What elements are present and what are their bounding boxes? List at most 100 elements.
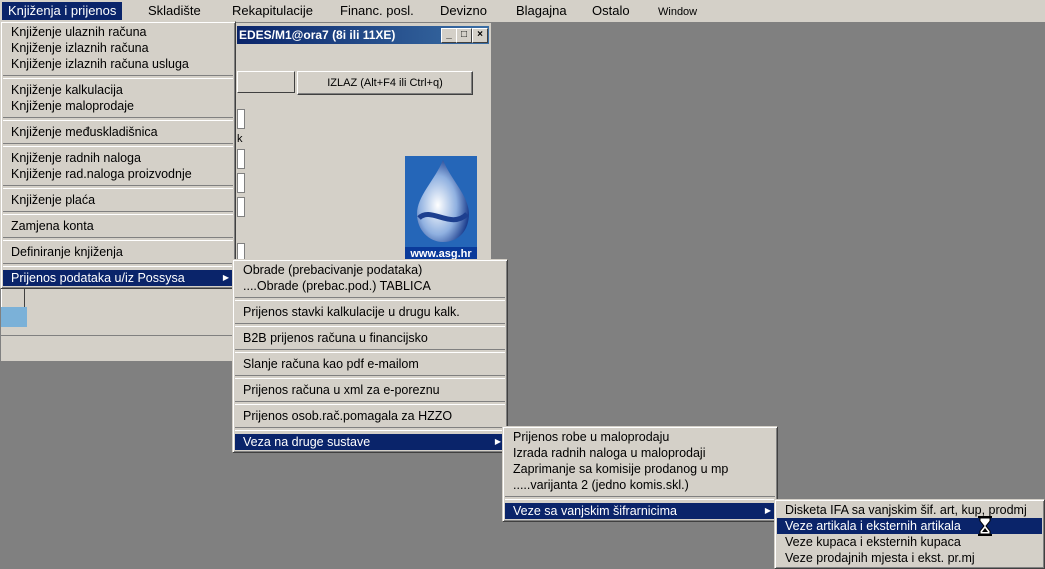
menu-item-zamjena-konta[interactable]: Zamjena konta: [3, 218, 233, 234]
menu-item-obrade-prebac-pod-tablica[interactable]: ....Obrade (prebac.pod.) TABLICA: [235, 278, 505, 294]
menu-item-label: Disketa IFA sa vanjskim šif. art, kup, p…: [785, 503, 1027, 517]
menu-separator: [3, 75, 233, 79]
menu-item-label: Knjiženje plaća: [11, 193, 96, 207]
menu-item-knji-enje-izlaznih-ra-una-usluga[interactable]: Knjiženje izlaznih računa usluga: [3, 56, 233, 72]
menu-separator: [235, 297, 505, 301]
menu-item-knji-enje-ulaznih-ra-una[interactable]: Knjiženje ulaznih računa: [3, 24, 233, 40]
menu-item-prijenos-podataka-u-iz-possysa[interactable]: Prijenos podataka u/iz Possysa ▶: [3, 270, 233, 286]
menu-item-label: Zamjena konta: [11, 219, 94, 233]
menu-item-label: Knjiženje maloprodaje: [11, 99, 134, 113]
minimize-button[interactable]: _: [441, 28, 457, 43]
menu-item-label: Veza na druge sustave: [243, 435, 371, 449]
input-field[interactable]: [237, 109, 245, 129]
menu-item-veze-sa-vanjskim-ifrarnicima[interactable]: Veze sa vanjskim šifrarnicima ▶: [505, 503, 775, 519]
menu-item-knji-enje-izlaznih-ra-una[interactable]: Knjiženje izlaznih računa: [3, 40, 233, 56]
menu-item-veze-kupaca-i-eksternih-kupaca[interactable]: Veze kupaca i eksternih kupaca: [777, 534, 1042, 550]
menu-item-label: Knjiženje izlaznih računa usluga: [11, 57, 189, 71]
input-field[interactable]: [237, 173, 245, 193]
exit-button[interactable]: IZLAZ (Alt+F4 ili Ctrl+q): [297, 71, 473, 95]
menu-item-label: Slanje računa kao pdf e-mailom: [243, 357, 419, 371]
menu-financ[interactable]: Financ. posl.: [334, 2, 420, 20]
maximize-button[interactable]: □: [456, 28, 472, 43]
menu-item-knji-enje-me-uskladi-nica[interactable]: Knjiženje međuskladišnica: [3, 124, 233, 140]
close-button[interactable]: ×: [472, 28, 488, 43]
hourglass-cursor-icon: [978, 516, 992, 536]
menu-item-label: Prijenos stavki kalkulacije u drugu kalk…: [243, 305, 460, 319]
menu-item-label: Veze kupaca i eksternih kupaca: [785, 535, 961, 549]
menu-item-varijanta-2-jedno-komis-skl[interactable]: .....varijanta 2 (jedno komis.skl.): [505, 477, 775, 493]
menu-ostalo[interactable]: Ostalo: [586, 2, 636, 20]
submenu-arrow-icon: ▶: [494, 437, 501, 446]
submenu-arrow-icon: ▶: [764, 506, 771, 515]
menu-item-knji-enje-radnih-naloga[interactable]: Knjiženje radnih naloga: [3, 150, 233, 166]
menu-item-label: Knjiženje kalkulacija: [11, 83, 123, 97]
menu-item-prijenos-osob-ra-pomagala-za-hzzo[interactable]: Prijenos osob.rač.pomagala za HZZO: [235, 408, 505, 424]
window-button-left[interactable]: [237, 71, 295, 93]
menu-item-label: Prijenos robe u maloprodaju: [513, 430, 670, 444]
divider: [1, 335, 237, 336]
menu-blagajna[interactable]: Blagajna: [510, 2, 573, 20]
submenu-arrow-icon: ▶: [222, 273, 229, 282]
menu-separator: [505, 496, 775, 500]
menu-item-label: Knjiženje radnih naloga: [11, 151, 141, 165]
menu-separator: [235, 323, 505, 327]
menu-separator: [235, 427, 505, 431]
blue-strip: [1, 307, 27, 327]
menu-item-label: Prijenos osob.rač.pomagala za HZZO: [243, 409, 453, 423]
menu-item-slanje-ra-una-kao-pdf-e-mailom[interactable]: Slanje računa kao pdf e-mailom: [235, 356, 505, 372]
menu-item-knji-enje-maloprodaje[interactable]: Knjiženje maloprodaje: [3, 98, 233, 114]
menu-item-label: Izrada radnih naloga u maloprodaji: [513, 446, 706, 460]
menu-item-label: Knjiženje ulaznih računa: [11, 25, 147, 39]
menu-item-knji-enje-pla-a[interactable]: Knjiženje plaća: [3, 192, 233, 208]
menu-item-prijenos-ra-una-u-xml-za-e-poreznu[interactable]: Prijenos računa u xml za e-poreznu: [235, 382, 505, 398]
menu-item-veze-prodajnih-mjesta-i-ekst-pr-mj[interactable]: Veze prodajnih mjesta i ekst. pr.mj: [777, 550, 1042, 566]
input-field[interactable]: [237, 149, 245, 169]
menu-item-veza-na-druge-sustave[interactable]: Veza na druge sustave ▶: [235, 434, 505, 450]
menu-item-prijenos-stavki-kalkulacije-u-drugu-kalk[interactable]: Prijenos stavki kalkulacije u drugu kalk…: [235, 304, 505, 320]
menu-item-label: Veze sa vanjskim šifrarnicima: [513, 504, 677, 518]
input-field[interactable]: [237, 197, 245, 217]
menu-devizno[interactable]: Devizno: [434, 2, 493, 20]
menu-item-obrade-prebacivanje-podataka[interactable]: Obrade (prebacivanje podataka): [235, 262, 505, 278]
menu-item-prijenos-robe-u-maloprodaju[interactable]: Prijenos robe u maloprodaju: [505, 429, 775, 445]
menu-item-label: Prijenos podataka u/iz Possysa: [11, 271, 185, 285]
menu-item-label: ....Obrade (prebac.pod.) TABLICA: [243, 279, 431, 293]
submenu-veza-sustave: Prijenos robe u maloprodaju Izrada radnih…: [502, 426, 778, 522]
menu-separator: [3, 185, 233, 189]
menu-item-label: Veze prodajnih mjesta i ekst. pr.mj: [785, 551, 975, 565]
menu-item-b2b-prijenos-ra-una-u-financijsko[interactable]: B2B prijenos računa u financijsko: [235, 330, 505, 346]
menu-separator: [3, 143, 233, 147]
menu-knjizenja[interactable]: Knjiženja i prijenos: [2, 2, 123, 20]
menu-item-izrada-radnih-naloga-u-maloprodaji[interactable]: Izrada radnih naloga u maloprodaji: [505, 445, 775, 461]
menu-item-label: Obrade (prebacivanje podataka): [243, 263, 423, 277]
menu-item-label: Zaprimanje sa komisije prodanog u mp: [513, 462, 729, 476]
menu-item-veze-artikala-i-eksternih-artikala[interactable]: Veze artikala i eksternih artikala: [777, 518, 1042, 534]
menu-window[interactable]: Window: [652, 3, 703, 21]
menu-rekapitulacije[interactable]: Rekapitulacije: [226, 2, 319, 20]
menu-separator: [3, 237, 233, 241]
menu-separator: [235, 375, 505, 379]
menu-knjizenja-dropdown: Knjiženje ulaznih računa Knjiženje izlazn…: [0, 21, 236, 289]
menu-item-label: B2B prijenos računa u financijsko: [243, 331, 428, 345]
menu-item-disketa-ifa-sa-vanjskim-if-art-kup-prodmj[interactable]: Disketa IFA sa vanjskim šif. art, kup, p…: [777, 502, 1042, 518]
menu-separator: [3, 117, 233, 121]
menu-skladiste[interactable]: Skladište: [142, 2, 207, 20]
submenu-possys: Obrade (prebacivanje podataka) ....Obrade…: [232, 259, 508, 453]
menu-item-zaprimanje-sa-komisije-prodanog-u-mp[interactable]: Zaprimanje sa komisije prodanog u mp: [505, 461, 775, 477]
menu-separator: [235, 349, 505, 353]
menu-separator: [3, 211, 233, 215]
menu-item-label: Knjiženje rad.naloga proizvodnje: [11, 167, 192, 181]
menu-item-label: Knjiženje izlaznih računa: [11, 41, 149, 55]
menu-item-knji-enje-kalkulacija[interactable]: Knjiženje kalkulacija: [3, 82, 233, 98]
menu-item-label: Knjiženje međuskladišnica: [11, 125, 158, 139]
menu-bar: Knjiženja i prijenos Skladište Rekapitul…: [0, 0, 1045, 23]
menu-separator: [3, 263, 233, 267]
menu-item-label: Veze artikala i eksternih artikala: [785, 519, 961, 533]
menu-item-label: .....varijanta 2 (jedno komis.skl.): [513, 478, 689, 492]
water-drop-icon: [417, 160, 469, 242]
menu-item-knji-enje-rad-naloga-proizvodnje[interactable]: Knjiženje rad.naloga proizvodnje: [3, 166, 233, 182]
menu-separator: [235, 401, 505, 405]
menu-item-label: Prijenos računa u xml za e-poreznu: [243, 383, 440, 397]
menu-item-label: Definiranje knjiženja: [11, 245, 123, 259]
menu-item-definiranje-knji-enja[interactable]: Definiranje knjiženja: [3, 244, 233, 260]
